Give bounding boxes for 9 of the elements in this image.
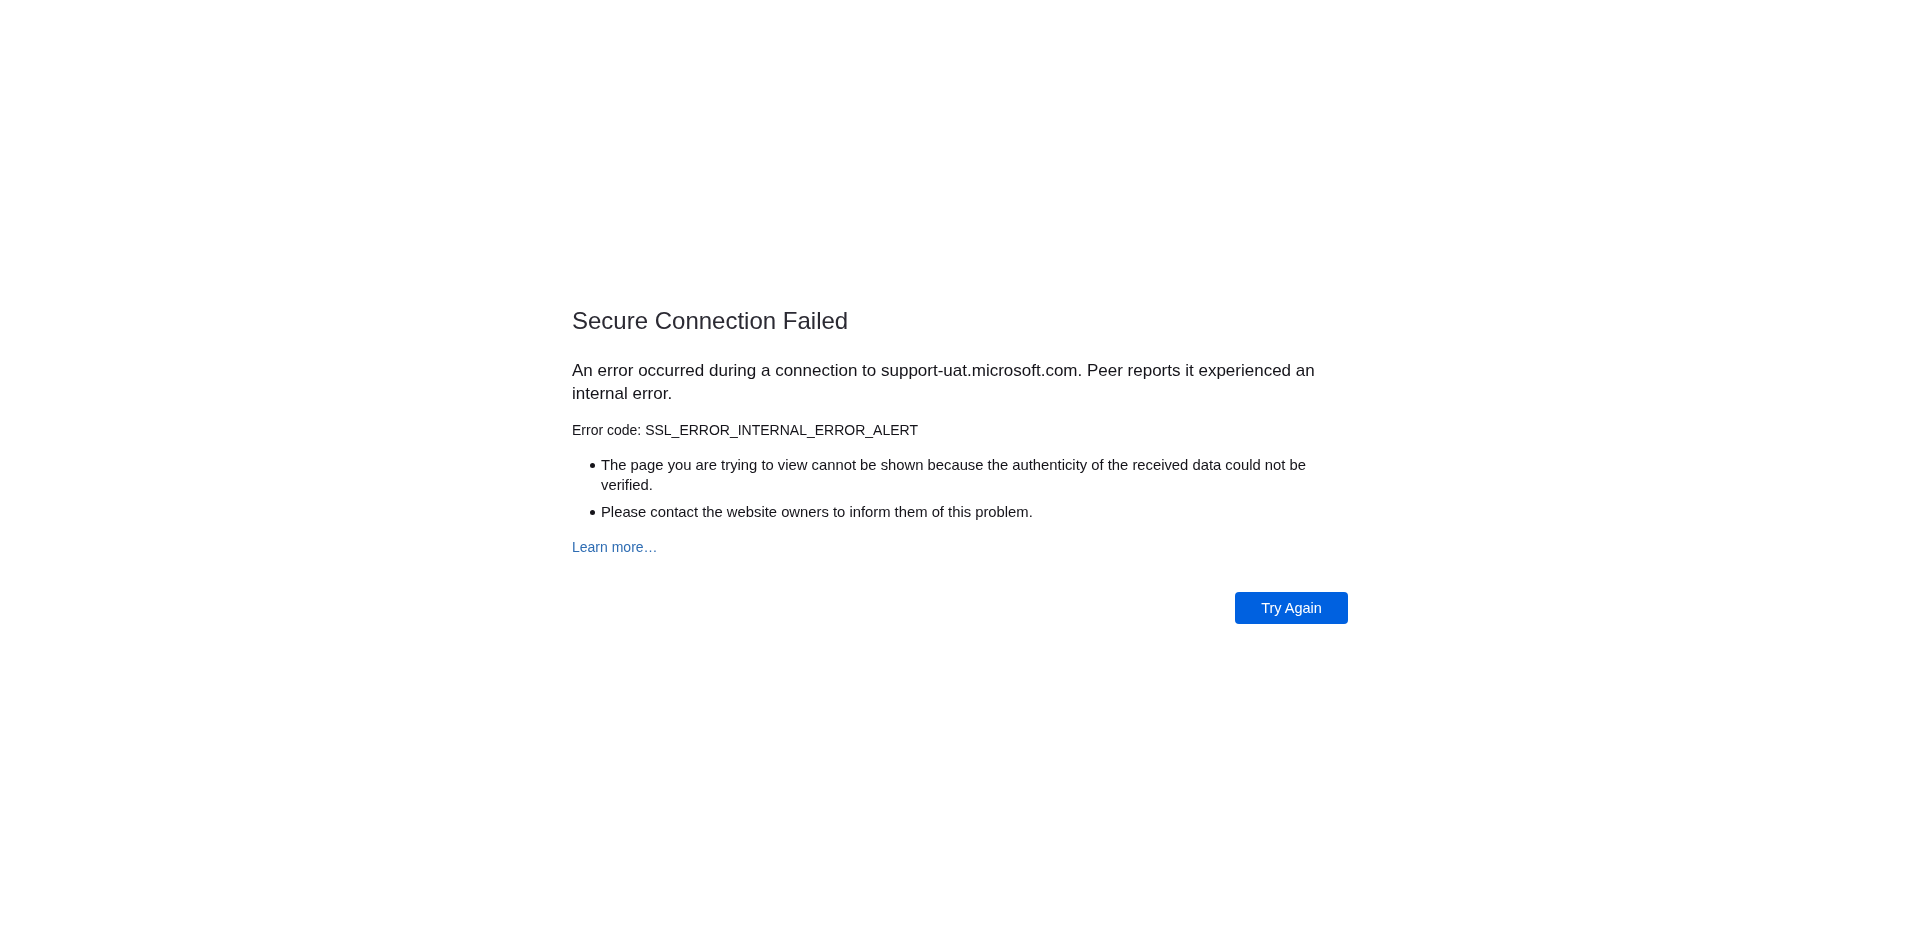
learn-more-link[interactable]: Learn more… — [572, 537, 658, 557]
error-code: Error code: SSL_ERROR_INTERNAL_ERROR_ALERT — [572, 421, 919, 440]
error-message: An error occurred during a connection to support-uat.microsoft.com. Peer reports it experienced an internal error. — [572, 360, 1316, 405]
bullet-icon — [590, 510, 595, 515]
try-again-button[interactable]: Try Again — [1235, 592, 1348, 624]
detail-text: Please contact the website owners to inform them of this problem. — [601, 503, 1033, 522]
detail-text: The page you are trying to view cannot be shown because the authenticity of the received data could not be verified. — [601, 456, 1307, 495]
bullet-icon — [590, 463, 595, 468]
page-title: Secure Connection Failed — [572, 306, 850, 336]
